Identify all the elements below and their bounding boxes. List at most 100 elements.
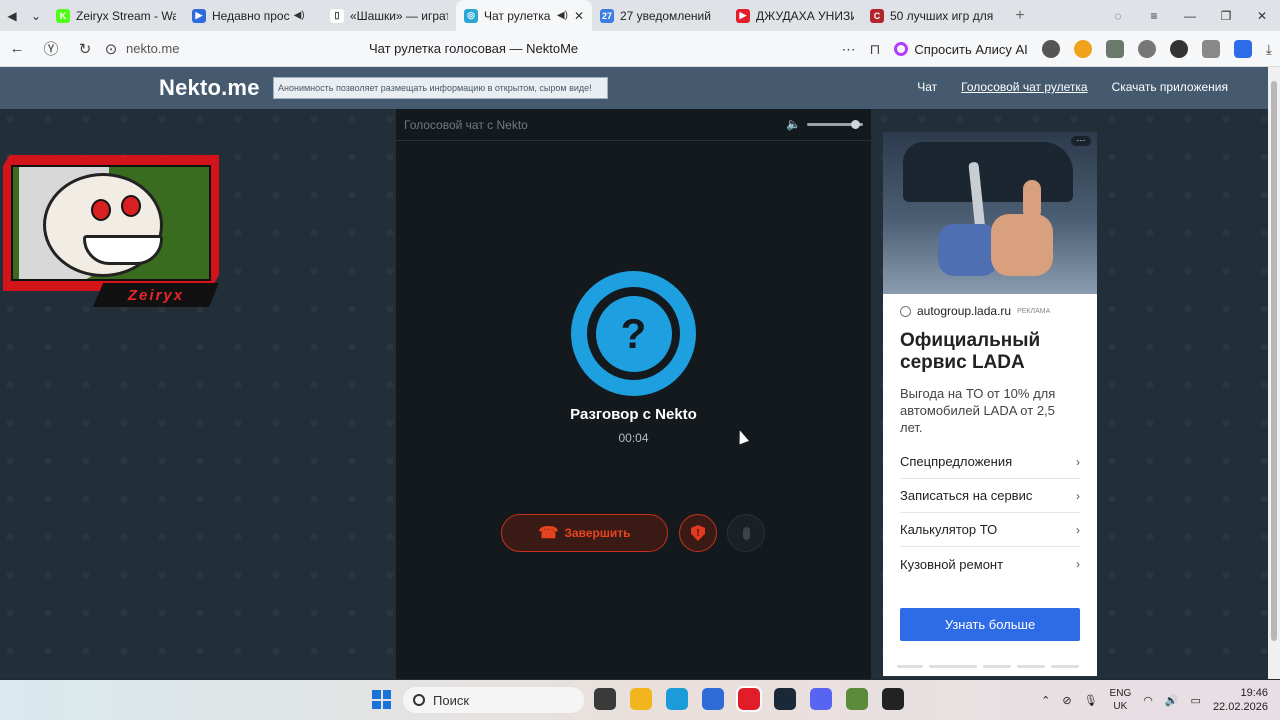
streamer-overlay: Zeiryx xyxy=(3,155,219,307)
obs-icon[interactable] xyxy=(882,688,904,710)
play-extension-icon[interactable] xyxy=(1169,40,1188,58)
ad-link-special-offers[interactable]: Спецпредложения › xyxy=(900,445,1080,479)
wifi-icon[interactable]: ◠ xyxy=(1143,694,1153,707)
back-icon[interactable]: ← xyxy=(0,40,34,57)
anonymity-notice: Анонимность позволяет размещать информац… xyxy=(273,77,608,99)
report-button[interactable]: ! xyxy=(679,514,717,552)
nav-link-download-apps[interactable]: Скачать приложения xyxy=(1112,80,1228,94)
bookmark-icon[interactable]: ⊓ xyxy=(869,41,880,58)
voice-chat-panel: Голосовой чат с Nekto 🔈 ? Разговор с Nek… xyxy=(396,109,871,679)
shield-extension-icon[interactable] xyxy=(1105,40,1124,58)
browser-tab[interactable]: C 50 лучших игр для с xyxy=(862,0,1002,31)
lang-bottom: UK xyxy=(1113,701,1128,712)
new-tab-button[interactable]: + xyxy=(1008,4,1032,28)
clock-time: 19:46 xyxy=(1240,687,1268,699)
store-icon[interactable] xyxy=(702,688,724,710)
call-timer: 00:04 xyxy=(618,431,649,445)
speaker-icon[interactable]: ◀) xyxy=(557,10,568,21)
alice-icon xyxy=(894,42,909,56)
ad-text: Выгода на ТО от 10% для автомобилей LADA… xyxy=(900,386,1056,435)
nav-link-chat[interactable]: Чат xyxy=(917,80,937,94)
ad-domain-label: autogroup.lada.ru xyxy=(917,304,1012,318)
ad-cta-button[interactable]: Узнать больше xyxy=(900,608,1080,641)
speaker-icon[interactable]: 🔈 xyxy=(786,117,801,131)
microphone-tray-icon[interactable]: 🎙 xyxy=(1084,694,1098,707)
yandex-browser-icon[interactable] xyxy=(736,686,762,712)
extension-icon[interactable] xyxy=(1041,40,1060,58)
task-view-icon[interactable] xyxy=(594,688,616,710)
chevron-down-icon[interactable]: ⌄ xyxy=(24,4,48,28)
system-tray: ⌃ ⊘ 🎙 ENG UK ◠ 🔊 ▭ 19:46 22.02.2026 xyxy=(1041,686,1268,714)
chevron-right-icon: › xyxy=(1076,488,1080,503)
nav-link-voice-roulette[interactable]: Голосовой чат рулетка xyxy=(961,80,1087,94)
file-explorer-icon[interactable] xyxy=(630,688,652,710)
volume-slider[interactable] xyxy=(807,119,863,129)
end-call-button[interactable]: ☎ Завершить xyxy=(501,514,668,552)
alice-button[interactable]: Спросить Алису AI xyxy=(894,42,1028,57)
network-off-icon[interactable]: ⊘ xyxy=(1062,694,1071,707)
ad-tag: РЕКЛАМА xyxy=(1017,307,1051,315)
page-scrollbar[interactable] xyxy=(1268,67,1280,679)
url-host[interactable]: nekto.me xyxy=(126,41,346,56)
volume-slider-knob[interactable] xyxy=(851,119,860,129)
battery-icon[interactable]: ▭ xyxy=(1191,694,1201,707)
scrollbar-thumb[interactable] xyxy=(1271,81,1277,641)
close-icon[interactable]: ✕ xyxy=(574,9,584,23)
translate-icon[interactable] xyxy=(1233,40,1252,58)
streamer-avatar-image xyxy=(11,165,211,281)
puzzle-icon[interactable] xyxy=(1201,40,1220,58)
ad-domain[interactable]: autogroup.lada.ru РЕКЛАМА xyxy=(900,304,1050,318)
more-icon[interactable]: ⋯ xyxy=(841,41,855,58)
ad-link-label: Калькулятор ТО xyxy=(900,522,998,537)
ad-link-calculator[interactable]: Калькулятор ТО › xyxy=(900,513,1080,547)
windows-start-icon[interactable] xyxy=(372,690,391,709)
browser-tab[interactable]: 27 27 уведомлений xyxy=(592,0,728,31)
browser-tab[interactable]: K Zeiryx Stream - Watc xyxy=(48,0,184,31)
browser-tab[interactable]: ▯ «Шашки» — играть xyxy=(322,0,456,31)
minecraft-icon[interactable] xyxy=(846,688,868,710)
clock[interactable]: 19:46 22.02.2026 xyxy=(1213,686,1268,714)
taskbar-search[interactable]: Поиск xyxy=(403,687,584,713)
extension-icon[interactable] xyxy=(1073,40,1092,58)
tab-audio-icon[interactable]: ◀ xyxy=(0,4,24,28)
advertisement[interactable]: ··· autogroup.lada.ru РЕКЛАМА Официальны… xyxy=(883,132,1097,676)
browser-tab[interactable]: ▶ Недавно прос ◀) xyxy=(184,0,322,31)
ad-title[interactable]: Официальный сервис LADA xyxy=(900,330,1085,374)
ad-link-label: Спецпредложения xyxy=(900,454,1013,469)
microphone-button[interactable] xyxy=(727,514,765,552)
chevron-up-icon[interactable]: ⌃ xyxy=(1041,694,1050,707)
site-info-icon[interactable]: ⊙ xyxy=(102,40,120,58)
menu-icon[interactable]: ≡ xyxy=(1136,9,1172,23)
yandex-icon[interactable]: Ⓨ xyxy=(34,38,68,59)
edge-icon[interactable] xyxy=(666,688,688,710)
globe-extension-icon[interactable] xyxy=(1137,40,1156,58)
language-indicator[interactable]: ENG UK xyxy=(1110,687,1132,713)
minimize-icon[interactable]: — xyxy=(1172,9,1208,23)
chevron-right-icon: › xyxy=(1076,557,1080,571)
tab-favicon-icon: ▶ xyxy=(736,8,750,23)
site-header: Nekto.me Анонимность позволяет размещать… xyxy=(0,67,1268,109)
volume-control[interactable]: 🔈 xyxy=(786,117,863,131)
volume-icon[interactable]: 🔊 xyxy=(1165,694,1179,707)
streamer-name-bar: Zeiryx xyxy=(93,283,219,307)
tab-favicon-icon: C xyxy=(870,8,884,23)
ad-link-service-booking[interactable]: Записаться на сервис › xyxy=(900,479,1080,513)
browser-tab-strip: ◀ ⌄ K Zeiryx Stream - Watc ▶ Недавно прос ◀)… xyxy=(0,0,1280,31)
close-window-icon[interactable]: ✕ xyxy=(1244,9,1280,23)
tab-title: Чат рулетка го xyxy=(484,8,553,23)
profile-icon[interactable]: ◌ xyxy=(1100,9,1136,23)
steam-icon[interactable] xyxy=(774,688,796,710)
tab-favicon-icon: K xyxy=(56,8,70,23)
ad-link-body-repair[interactable]: Кузовной ремонт › xyxy=(900,547,1080,581)
browser-tab[interactable]: ◎ Чат рулетка го ◀) ✕ xyxy=(456,0,592,31)
reload-icon[interactable]: ↻ xyxy=(68,40,102,58)
ad-image[interactable]: ··· xyxy=(883,132,1097,294)
browser-tab[interactable]: ▶ ДЖУДАХА УНИЗИ xyxy=(728,0,862,31)
site-logo[interactable]: Nekto.me xyxy=(159,75,260,101)
ad-options-icon[interactable]: ··· xyxy=(1071,136,1091,146)
speaker-icon[interactable]: ◀) xyxy=(294,10,305,21)
globe-icon xyxy=(900,305,911,317)
restore-icon[interactable]: ❐ xyxy=(1208,9,1244,23)
download-icon[interactable]: ⤓ xyxy=(1266,41,1272,58)
discord-icon[interactable] xyxy=(810,688,832,710)
